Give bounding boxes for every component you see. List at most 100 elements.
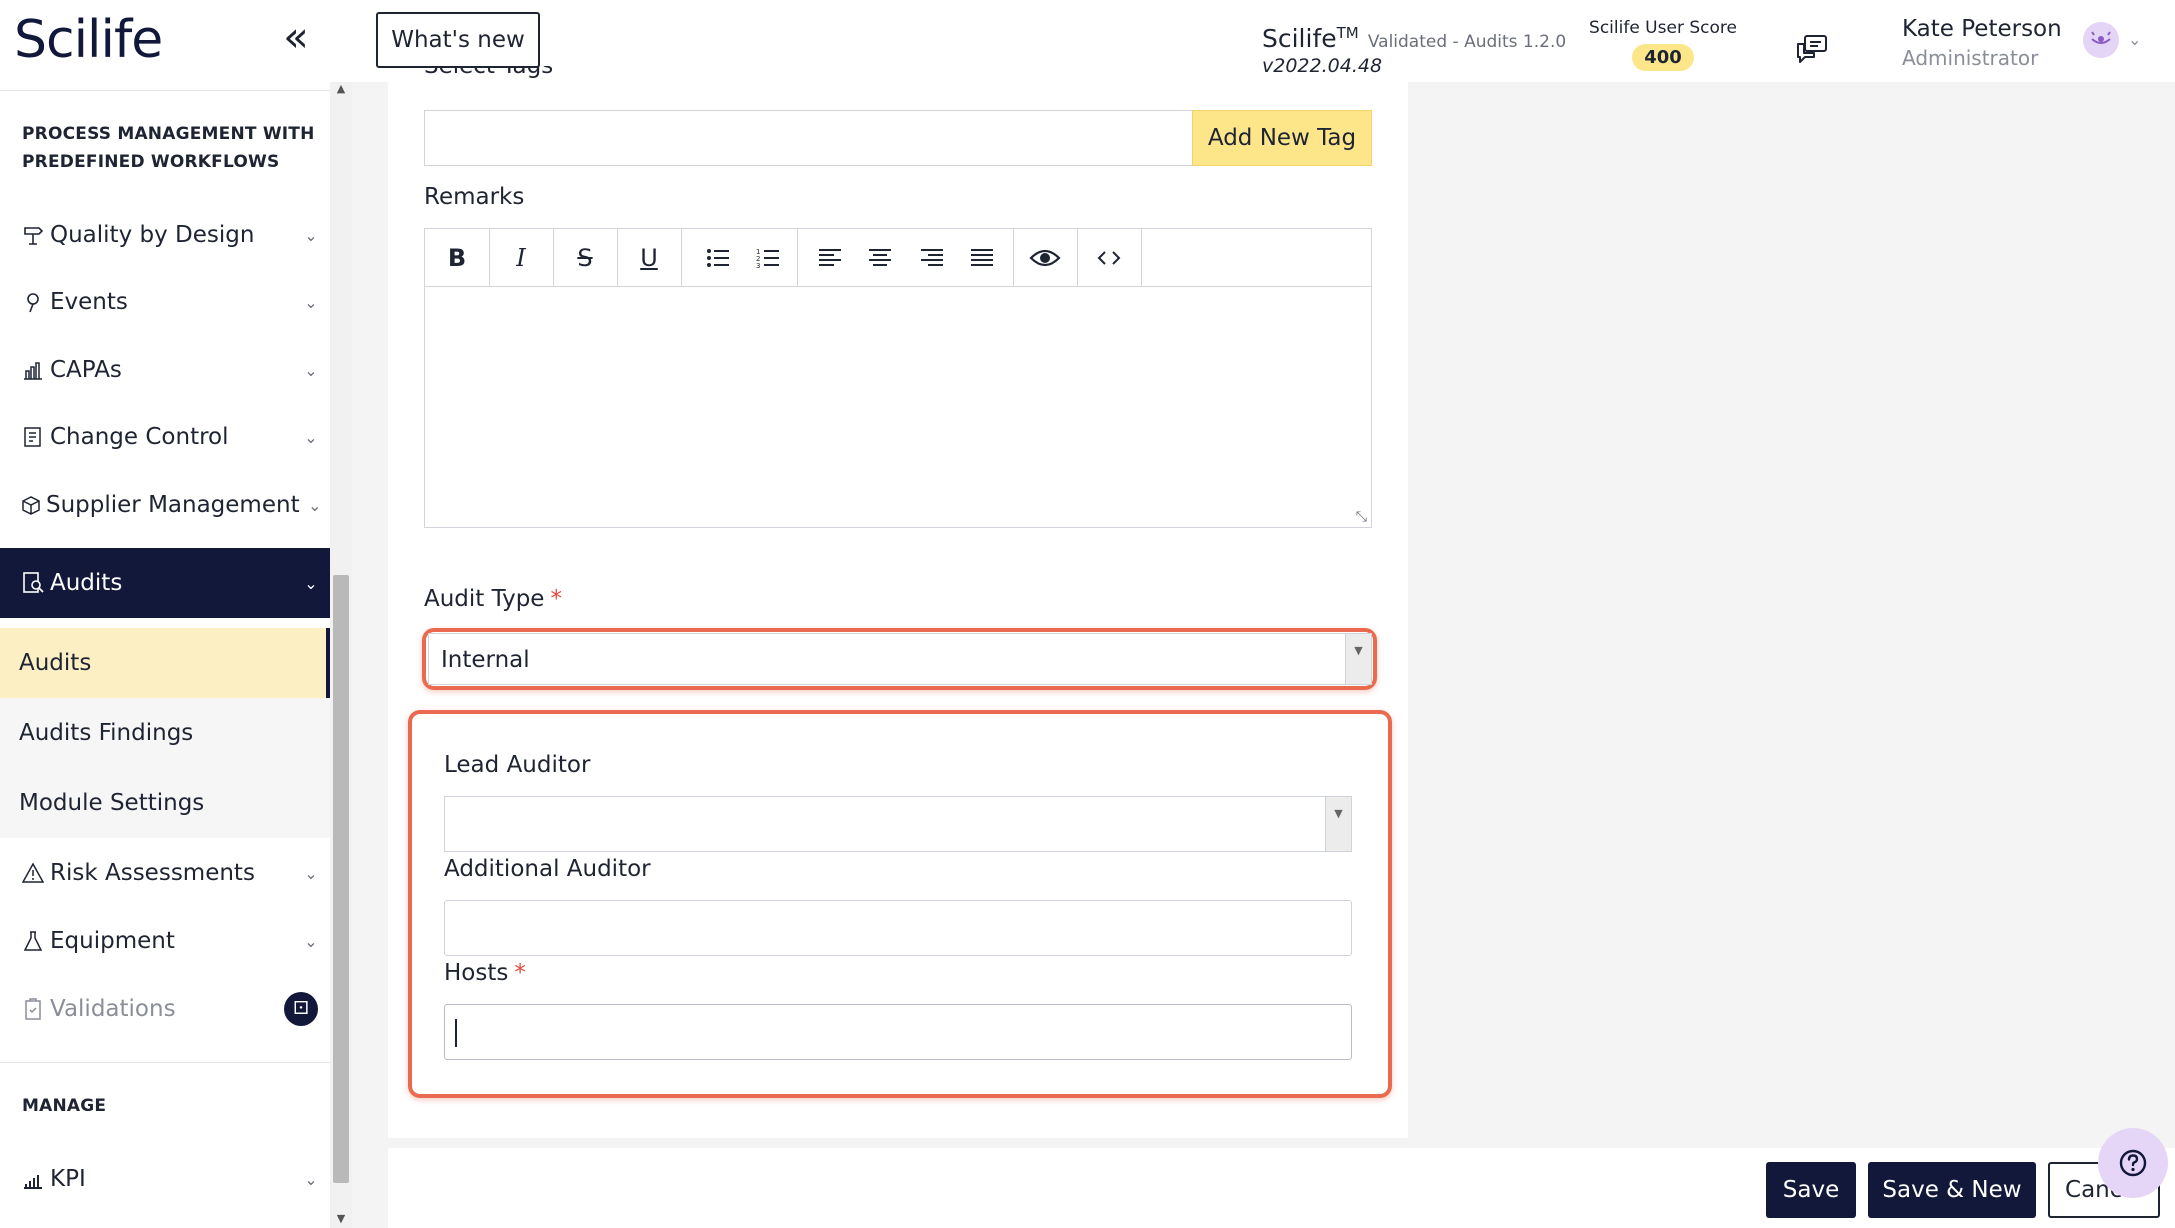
sidebar-item-capas[interactable]: CAPAs ⌄	[0, 337, 330, 403]
toolbar-separator	[681, 229, 682, 287]
scroll-up-arrow-icon[interactable]: ▲	[333, 82, 349, 95]
sidebar-item-equipment[interactable]: Equipment ⌄	[0, 908, 330, 974]
document-icon	[20, 424, 46, 450]
chat-icon[interactable]	[1796, 34, 1828, 64]
sidebar-item-label: Events	[50, 289, 128, 315]
audits-submenu: Audits Audits Findings Module Settings	[0, 628, 330, 838]
help-button[interactable]	[2098, 1128, 2168, 1198]
whats-new-button[interactable]: What's new	[376, 12, 540, 68]
user-score: Scilife User Score 400	[1588, 18, 1738, 71]
avatar[interactable]	[2083, 22, 2119, 58]
align-right-icon[interactable]	[907, 229, 957, 287]
double-chevron-left-icon[interactable]: «	[280, 16, 312, 58]
section-title-line: PROCESS MANAGEMENT WITH	[22, 124, 315, 144]
chevron-down-icon: ⌄	[304, 225, 318, 245]
sidebar-item-label: Risk Assessments	[50, 860, 255, 886]
code-view-icon[interactable]	[1077, 229, 1141, 287]
sidebar-item-events[interactable]: Events ⌄	[0, 269, 330, 335]
additional-auditor-label: Additional Auditor	[444, 856, 651, 882]
toolbar-separator	[797, 229, 798, 287]
editor-toolbar: B I S U 123	[425, 229, 1371, 287]
product-name: Scilife	[1262, 24, 1337, 53]
sidebar-item-validations[interactable]: Validations ⚀	[0, 976, 330, 1042]
bar-chart-icon	[20, 1166, 46, 1192]
warning-icon	[20, 860, 46, 886]
bold-button[interactable]: B	[425, 229, 489, 287]
strikethrough-button[interactable]: S	[553, 229, 617, 287]
chevron-down-icon: ⌄	[304, 292, 318, 312]
dropdown-arrow-icon[interactable]: ▼	[1325, 797, 1351, 851]
audit-type-label: Audit Type *	[424, 586, 562, 612]
product-version: v2022.04.48	[1262, 55, 1383, 77]
sidebar-item-label: CAPAs	[50, 357, 122, 383]
sidebar-item-kpi[interactable]: KPI ⌄	[0, 1146, 330, 1212]
scilife-logo[interactable]: Scilife	[14, 10, 163, 70]
submenu-item-audits[interactable]: Audits	[0, 628, 330, 698]
dropdown-arrow-icon[interactable]: ▼	[1345, 634, 1371, 684]
lead-auditor-select[interactable]: ▼	[444, 796, 1352, 852]
product-subtitle: Validated - Audits 1.2.0	[1367, 32, 1567, 52]
remarks-textarea[interactable]: ⤡	[425, 287, 1371, 527]
submenu-item-module-settings[interactable]: Module Settings	[0, 768, 330, 838]
remarks-label: Remarks	[424, 184, 525, 210]
required-asterisk: *	[514, 960, 526, 986]
bullet-list-icon[interactable]	[693, 229, 743, 287]
tags-label-text: Select Tags	[424, 66, 554, 79]
box-icon	[20, 492, 42, 518]
numbered-list-icon[interactable]: 123	[743, 229, 793, 287]
align-center-icon[interactable]	[855, 229, 905, 287]
section-title-manage: MANAGE	[22, 1096, 107, 1116]
user-role: Administrator	[1902, 46, 2039, 70]
remarks-editor: B I S U 123 ⤡	[424, 228, 1372, 528]
sidebar-item-audits[interactable]: Audits ⌄	[0, 548, 330, 618]
resize-grip-icon[interactable]: ⤡	[1356, 509, 1367, 525]
sidebar-item-supplier-management[interactable]: Supplier Management ⌄	[0, 472, 330, 538]
pin-icon	[20, 289, 46, 315]
save-button[interactable]: Save	[1766, 1162, 1856, 1218]
chevron-down-icon: ⌄	[304, 573, 318, 593]
sidebar-item-label: Supplier Management	[46, 492, 300, 518]
underline-button[interactable]: U	[617, 229, 681, 287]
sidebar-item-quality-by-design[interactable]: Quality by Design ⌄	[0, 202, 330, 268]
sidebar-item-label: Audits	[50, 570, 123, 596]
preview-eye-icon[interactable]	[1013, 229, 1077, 287]
user-menu[interactable]: Kate Peterson Administrator	[1902, 16, 2082, 70]
chart-icon	[20, 357, 46, 383]
additional-auditor-input[interactable]	[444, 900, 1352, 956]
hosts-label: Hosts *	[444, 960, 526, 986]
hosts-input[interactable]	[444, 1004, 1352, 1060]
chevron-down-icon[interactable]: ⌄	[2128, 30, 2141, 49]
section-title-process: PROCESS MANAGEMENT WITH PREDEFINED WORKF…	[22, 120, 315, 176]
user-name: Kate Peterson	[1902, 16, 2062, 42]
chevron-down-icon: ⌄	[308, 495, 322, 515]
hosts-label-text: Hosts	[444, 960, 509, 986]
chevron-down-icon: ⌄	[304, 863, 318, 883]
align-left-icon[interactable]	[805, 229, 855, 287]
submenu-item-audits-findings[interactable]: Audits Findings	[0, 698, 330, 768]
text-caret	[455, 1019, 457, 1047]
sidebar-item-change-control[interactable]: Change Control ⌄	[0, 404, 330, 470]
required-asterisk: *	[550, 586, 562, 612]
sidebar-divider	[0, 1062, 330, 1063]
align-justify-icon[interactable]	[957, 229, 1007, 287]
sidebar-scrollbar-thumb[interactable]	[333, 575, 349, 1183]
product-trademark: TM	[1336, 24, 1359, 42]
lock-icon: ⚀	[284, 992, 318, 1026]
sidebar-item-label: Quality by Design	[50, 222, 255, 248]
question-mark-icon	[2119, 1149, 2147, 1177]
save-and-new-button[interactable]: Save & New	[1868, 1162, 2036, 1218]
chevron-down-icon: ⌄	[304, 427, 318, 447]
sidebar-item-label: Change Control	[50, 424, 229, 450]
sidebar-divider	[0, 90, 330, 91]
section-title-line: PREDEFINED WORKFLOWS	[22, 152, 280, 172]
tags-input[interactable]	[424, 110, 1194, 166]
svg-text:3: 3	[756, 262, 760, 269]
italic-button[interactable]: I	[489, 229, 553, 287]
add-new-tag-button[interactable]: Add New Tag	[1192, 110, 1372, 166]
audit-type-select[interactable]: Internal ▼	[428, 633, 1372, 685]
toolbar-separator	[1141, 229, 1142, 287]
sidebar: PROCESS MANAGEMENT WITH PREDEFINED WORKF…	[0, 82, 330, 1228]
sidebar-item-risk-assessments[interactable]: Risk Assessments ⌄	[0, 840, 330, 906]
signpost-icon	[20, 222, 46, 248]
scroll-down-arrow-icon[interactable]: ▼	[333, 1212, 349, 1225]
